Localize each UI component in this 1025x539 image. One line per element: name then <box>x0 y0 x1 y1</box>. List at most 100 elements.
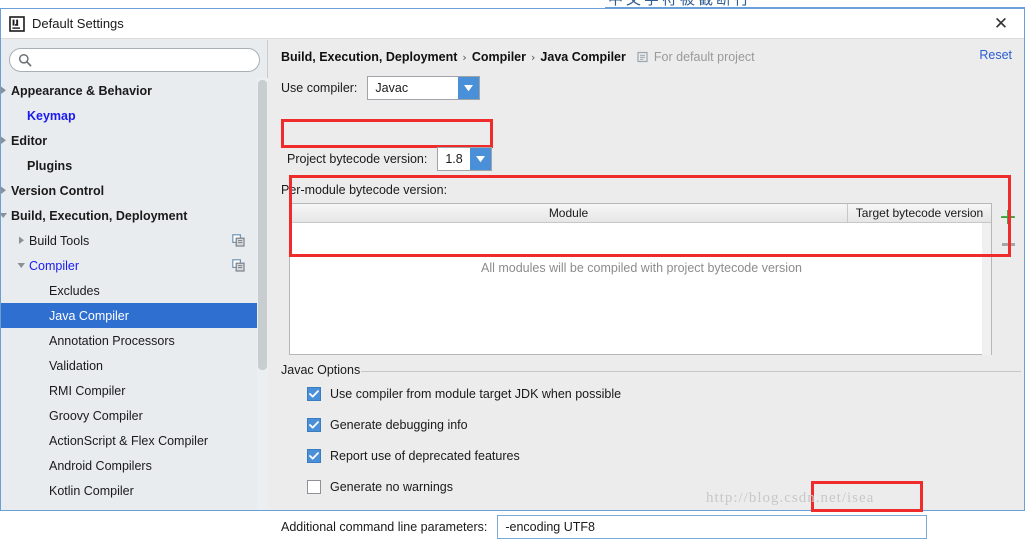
sidebar-item-label: Keymap <box>27 108 76 123</box>
checkbox-label: Use compiler from module target JDK when… <box>330 387 622 401</box>
chevron-down-icon[interactable] <box>458 77 480 99</box>
sidebar-item-validation[interactable]: Validation <box>1 353 257 378</box>
intellij-idea-icon <box>9 16 25 32</box>
plus-icon: + <box>998 205 1018 230</box>
breadcrumb-item-build[interactable]: Build, Execution, Deployment <box>281 50 457 64</box>
sidebar-item-label: Debugger <box>29 509 84 511</box>
sidebar-item-excludes[interactable]: Excludes <box>1 278 257 303</box>
sidebar-item-label: Compiler <box>29 258 80 273</box>
search-input[interactable] <box>9 48 260 72</box>
settings-sidebar: Appearance & Behavior Keymap Editor Plugins… <box>1 40 268 510</box>
checkbox-label: Generate debugging info <box>330 418 468 432</box>
use-compiler-label: Use compiler: <box>281 81 358 95</box>
checkbox-generate-debugging-info[interactable]: Generate debugging info <box>307 418 468 432</box>
close-icon[interactable]: ✕ <box>988 13 1014 35</box>
sidebar-scrollbar-thumb[interactable] <box>258 80 267 370</box>
sidebar-item-label: Excludes <box>49 283 100 298</box>
sidebar-item-plugins[interactable]: Plugins <box>1 153 257 178</box>
table-scrollbar[interactable] <box>982 223 991 355</box>
column-header-target-bytecode-version[interactable]: Target bytecode version <box>848 204 991 222</box>
javac-options-group: Javac Options Use compiler from module t… <box>281 363 1021 494</box>
sidebar-item-label: Annotation Processors <box>49 333 175 348</box>
dialog-body: Appearance & Behavior Keymap Editor Plugins… <box>1 40 1024 539</box>
sidebar-item-keymap[interactable]: Keymap <box>1 103 257 128</box>
per-module-bytecode-table[interactable]: Module Target bytecode version All modul… <box>289 203 992 355</box>
use-compiler-row: Use compiler: Javac <box>281 76 481 100</box>
checkbox-label: Report use of deprecated features <box>330 449 520 463</box>
sidebar-item-build-execution-deployment[interactable]: Build, Execution, Deployment <box>1 203 257 228</box>
table-empty-message: All modules will be compiled with projec… <box>481 261 802 275</box>
checkbox-label: Generate no warnings <box>330 480 453 494</box>
chevron-right-icon[interactable] <box>1 185 9 197</box>
sidebar-item-label: Kotlin Compiler <box>49 483 134 498</box>
column-header-module[interactable]: Module <box>290 204 848 222</box>
remove-module-button[interactable] <box>995 231 1021 257</box>
per-module-bytecode-label: Per-module bytecode version: <box>281 183 448 197</box>
copy-settings-icon[interactable] <box>232 234 245 247</box>
search-field-wrapper <box>9 48 260 72</box>
breadcrumb-separator: › <box>531 50 536 64</box>
add-module-button[interactable]: + <box>995 205 1021 231</box>
sidebar-item-appearance-behavior[interactable]: Appearance & Behavior <box>1 78 257 103</box>
copy-settings-icon[interactable] <box>232 259 245 272</box>
project-bytecode-dropdown[interactable]: 1.8 <box>437 147 493 171</box>
project-scope-label: For default project <box>653 50 755 64</box>
sidebar-item-label: Validation <box>49 358 103 373</box>
use-compiler-value: Javac <box>375 81 409 95</box>
table-header-row: Module Target bytecode version <box>290 204 991 223</box>
minus-icon <box>1001 242 1015 246</box>
sidebar-item-label: Appearance & Behavior <box>11 83 153 98</box>
sidebar-item-android-compilers[interactable]: Android Compilers <box>1 453 257 478</box>
group-divider <box>361 371 1021 372</box>
chevron-right-icon[interactable] <box>1 135 9 147</box>
settings-tree: Appearance & Behavior Keymap Editor Plugins… <box>1 78 257 510</box>
sidebar-item-annotation-processors[interactable]: Annotation Processors <box>1 328 257 353</box>
reset-link[interactable]: Reset <box>979 48 1012 62</box>
dialog-titlebar: Default Settings ✕ <box>1 9 1024 39</box>
sidebar-item-label: Build Tools <box>29 233 90 248</box>
sidebar-item-debugger[interactable]: Debugger <box>1 503 257 511</box>
additional-parameters-row: Additional command line parameters: <box>281 515 928 539</box>
sidebar-item-kotlin-compiler[interactable]: Kotlin Compiler <box>1 478 257 503</box>
sidebar-item-java-compiler[interactable]: Java Compiler <box>1 303 257 328</box>
sidebar-item-label: RMI Compiler <box>49 383 126 398</box>
project-bytecode-value: 1.8 <box>445 152 463 166</box>
chevron-down-icon[interactable] <box>1 210 9 222</box>
breadcrumb-item-java-compiler: Java Compiler <box>540 50 626 64</box>
sidebar-item-label: Plugins <box>27 158 73 173</box>
project-scope-icon <box>637 51 649 63</box>
sidebar-item-compiler[interactable]: Compiler <box>1 253 257 278</box>
sidebar-item-version-control[interactable]: Version Control <box>1 178 257 203</box>
use-compiler-dropdown[interactable]: Javac <box>367 76 481 100</box>
sidebar-item-build-tools[interactable]: Build Tools <box>1 228 257 253</box>
sidebar-item-editor[interactable]: Editor <box>1 128 257 153</box>
sidebar-item-label: Groovy Compiler <box>49 408 143 423</box>
project-bytecode-row: Project bytecode version: 1.8 <box>287 147 493 171</box>
project-bytecode-label: Project bytecode version: <box>287 152 428 166</box>
chevron-down-icon[interactable] <box>15 260 27 272</box>
breadcrumb-item-compiler[interactable]: Compiler <box>472 50 526 64</box>
checkbox-box[interactable] <box>307 449 321 463</box>
sidebar-item-label: ActionScript & Flex Compiler <box>49 433 209 448</box>
sidebar-item-actionscript-flex-compiler[interactable]: ActionScript & Flex Compiler <box>1 428 257 453</box>
additional-parameters-input[interactable] <box>497 515 928 539</box>
checkbox-box[interactable] <box>307 480 321 494</box>
chevron-down-icon[interactable] <box>470 148 492 170</box>
checkbox-report-deprecated-features[interactable]: Report use of deprecated features <box>307 449 520 463</box>
sidebar-item-label: Android Compilers <box>49 458 152 473</box>
default-settings-dialog: Default Settings ✕ Appearance & Behavior… <box>0 8 1025 539</box>
chevron-right-icon[interactable] <box>15 510 27 511</box>
checkbox-use-compiler-from-module-target-jdk[interactable]: Use compiler from module target JDK when… <box>307 387 621 401</box>
chevron-right-icon[interactable] <box>15 235 27 247</box>
sidebar-item-rmi-compiler[interactable]: RMI Compiler <box>1 378 257 403</box>
checkbox-box[interactable] <box>307 418 321 432</box>
sidebar-item-label: Version Control <box>11 183 105 198</box>
additional-parameters-label: Additional command line parameters: <box>281 520 488 534</box>
checkbox-box[interactable] <box>307 387 321 401</box>
breadcrumb: Build, Execution, Deployment › Compiler … <box>281 48 755 66</box>
table-action-buttons: + <box>995 205 1021 265</box>
chevron-right-icon[interactable] <box>1 85 9 97</box>
sidebar-item-label: Editor <box>11 133 48 148</box>
checkbox-generate-no-warnings[interactable]: Generate no warnings <box>307 480 453 494</box>
sidebar-item-groovy-compiler[interactable]: Groovy Compiler <box>1 403 257 428</box>
